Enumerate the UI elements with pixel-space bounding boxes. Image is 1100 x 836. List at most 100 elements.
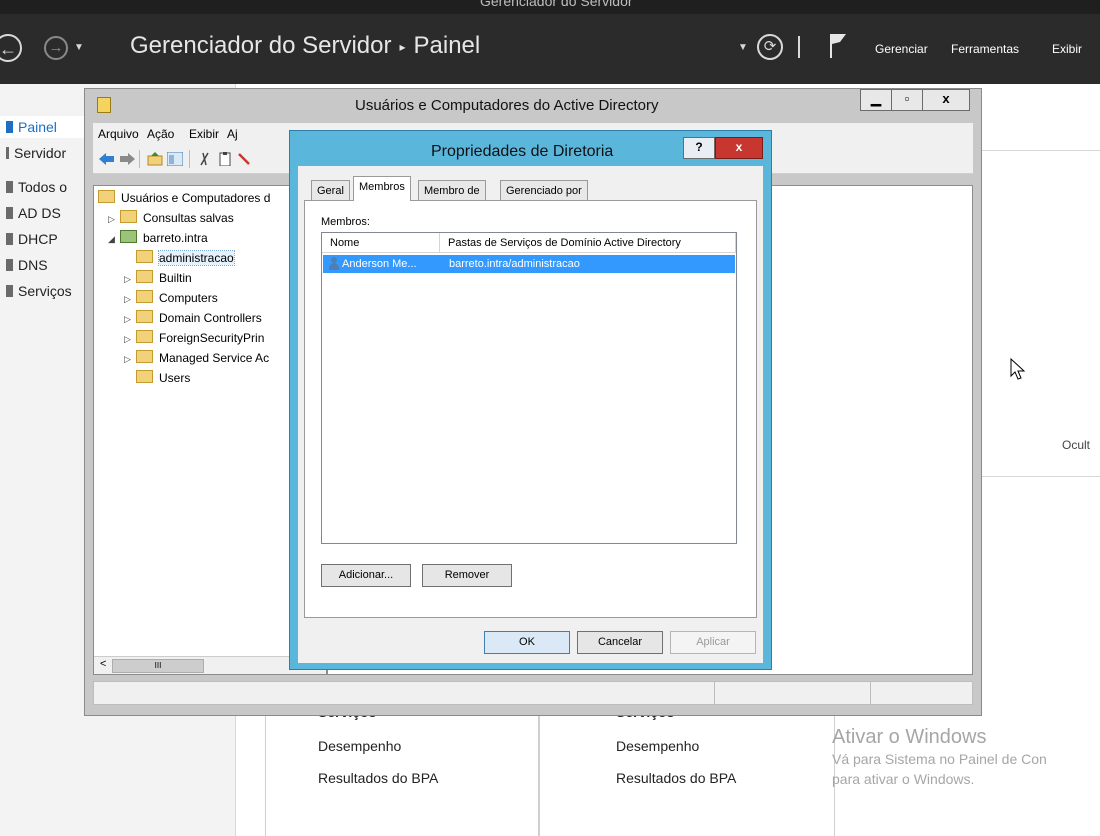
ok-button[interactable]: OK	[484, 631, 570, 654]
status-bar	[93, 681, 973, 705]
tree-item-label: Domain Controllers	[159, 311, 262, 325]
menu-view[interactable]: Exibir	[1052, 42, 1082, 56]
tile-bpa[interactable]: Resultados do BPA	[616, 770, 736, 786]
role-tile[interactable]: Serviços Desempenho Resultados do BPA	[265, 700, 539, 836]
member-name: Anderson Me...	[342, 258, 417, 270]
breadcrumb-page: Painel	[413, 32, 481, 59]
ou-icon	[136, 250, 153, 263]
members-tab-page: Membros: Nome Pastas de Serviços de Domí…	[304, 200, 757, 618]
tree-item-domain-controllers[interactable]: ▷ Domain Controllers	[124, 310, 262, 327]
tab-general[interactable]: Geral	[311, 180, 350, 200]
menu-manage[interactable]: Gerenciar	[875, 42, 928, 56]
close-button[interactable]: x	[922, 89, 970, 111]
tree-item-saved-queries[interactable]: ▷ Consultas salvas	[108, 210, 234, 227]
expand-arrow-icon[interactable]: ▷	[124, 291, 136, 308]
delete-icon[interactable]	[237, 152, 253, 166]
menu-help[interactable]: Aj	[227, 127, 238, 141]
folder-icon	[136, 370, 153, 383]
tree-item-root[interactable]: Usuários e Computadores d	[98, 190, 270, 207]
menu-action[interactable]: Ação	[147, 127, 174, 141]
tab-managed-by[interactable]: Gerenciado por	[500, 180, 588, 200]
menu-view[interactable]: Exibir	[189, 127, 219, 141]
tree-item-label: Builtin	[159, 271, 192, 285]
folder-icon	[136, 350, 153, 363]
up-folder-icon[interactable]	[147, 152, 163, 166]
notifications-flag-icon[interactable]	[828, 32, 848, 63]
sidebar-item-label: DHCP	[18, 231, 58, 247]
show-hide-tree-icon[interactable]	[167, 152, 183, 166]
folder-icon	[120, 210, 137, 223]
minimize-button[interactable]: ▁	[860, 89, 892, 111]
forward-arrow-icon[interactable]	[119, 152, 135, 166]
members-list[interactable]: Nome Pastas de Serviços de Domínio Activ…	[321, 232, 737, 544]
cancel-button[interactable]: Cancelar	[577, 631, 663, 654]
expand-arrow-icon[interactable]: ▷	[124, 351, 136, 368]
tree-item-administracao[interactable]: administracao	[124, 250, 235, 267]
mmc-title: Usuários e Computadores do Active Direct…	[355, 97, 659, 114]
remove-member-button[interactable]: Remover	[422, 564, 512, 587]
tab-member-of[interactable]: Membro de	[418, 180, 486, 200]
expand-arrow-icon[interactable]: ▷	[124, 331, 136, 348]
sidebar-item-label: Painel	[18, 119, 57, 135]
help-button[interactable]: ?	[683, 137, 715, 159]
domain-icon	[120, 230, 137, 243]
window-title: Gerenciador do Servidor	[480, 0, 633, 9]
tree-item-label: administracao	[158, 250, 235, 266]
tab-members[interactable]: Membros	[353, 176, 411, 201]
ad-ds-icon	[6, 207, 13, 219]
tree-item-computers[interactable]: ▷ Computers	[124, 290, 218, 307]
column-name[interactable]: Nome	[322, 233, 440, 253]
tree-item-managed-service-accounts[interactable]: ▷ Managed Service Ac	[124, 350, 269, 367]
ad-root-icon	[98, 190, 115, 203]
members-label: Membros:	[321, 216, 370, 228]
sidebar-item-label: Serviços	[18, 283, 72, 299]
properties-dialog: Propriedades de Diretoria ? x Geral Memb…	[289, 130, 772, 670]
role-tile[interactable]: Serviços Desempenho Resultados do BPA	[539, 700, 835, 836]
tree-item-label: Computers	[159, 291, 218, 305]
tree-item-label: ForeignSecurityPrin	[159, 331, 265, 345]
menu-file[interactable]: Arquivo	[98, 127, 139, 141]
tile-performance[interactable]: Desempenho	[616, 738, 699, 754]
tree-item-builtin[interactable]: ▷ Builtin	[124, 270, 192, 287]
sidebar-item-label: AD DS	[18, 205, 61, 221]
dashboard-icon	[6, 121, 13, 133]
breadcrumb-app[interactable]: Gerenciador do Servidor	[130, 32, 391, 59]
list-item[interactable]: Anderson Me... barreto.intra/administrac…	[323, 255, 735, 273]
close-button[interactable]: x	[715, 137, 763, 159]
apply-button[interactable]: Aplicar	[670, 631, 756, 654]
dialog-body: Geral Membros Membro de Gerenciado por M…	[298, 166, 763, 663]
tree-item-label: barreto.intra	[143, 231, 208, 245]
history-dropdown-icon[interactable]: ▼	[74, 42, 84, 53]
refresh-icon[interactable]: ⟳	[757, 34, 783, 60]
add-member-button[interactable]: Adicionar...	[321, 564, 411, 587]
dns-icon	[6, 259, 13, 271]
scroll-thumb[interactable]: III	[112, 659, 204, 673]
sidebar-item-label: DNS	[18, 257, 48, 273]
menu-tools[interactable]: Ferramentas	[951, 42, 1019, 56]
back-icon[interactable]: ←	[0, 34, 22, 62]
expand-arrow-icon[interactable]: ▷	[124, 311, 136, 328]
scroll-left-icon[interactable]: <	[100, 658, 106, 670]
tile-bpa[interactable]: Resultados do BPA	[318, 770, 438, 786]
toolbar-separator	[189, 150, 190, 168]
column-folder[interactable]: Pastas de Serviços de Domínio Active Dir…	[440, 233, 736, 253]
paste-icon[interactable]	[217, 152, 233, 166]
expand-arrow-icon[interactable]: ▷	[124, 271, 136, 288]
file-services-icon	[6, 285, 13, 297]
sidebar-item-label: Servidor	[14, 145, 67, 161]
hide-link[interactable]: Ocult	[1062, 438, 1090, 452]
tree-item-foreign-security-principals[interactable]: ▷ ForeignSecurityPrin	[124, 330, 264, 347]
mmc-titlebar[interactable]: Usuários e Computadores do Active Direct…	[85, 89, 981, 123]
tree-item-label: Managed Service Ac	[159, 351, 270, 365]
activation-heading: Ativar o Windows	[832, 726, 987, 748]
tile-performance[interactable]: Desempenho	[318, 738, 401, 754]
maximize-button[interactable]: ▫	[891, 89, 923, 111]
cut-icon[interactable]	[197, 152, 213, 166]
refresh-dropdown-icon[interactable]: ▼	[738, 42, 748, 53]
expand-arrow-icon[interactable]: ▷	[108, 211, 120, 228]
tree-item-users[interactable]: Users	[124, 370, 190, 387]
forward-icon[interactable]: →	[44, 36, 68, 60]
collapse-arrow-icon[interactable]: ◢	[108, 231, 120, 248]
back-arrow-icon[interactable]	[99, 152, 115, 166]
tree-item-domain[interactable]: ◢ barreto.intra	[108, 230, 208, 247]
